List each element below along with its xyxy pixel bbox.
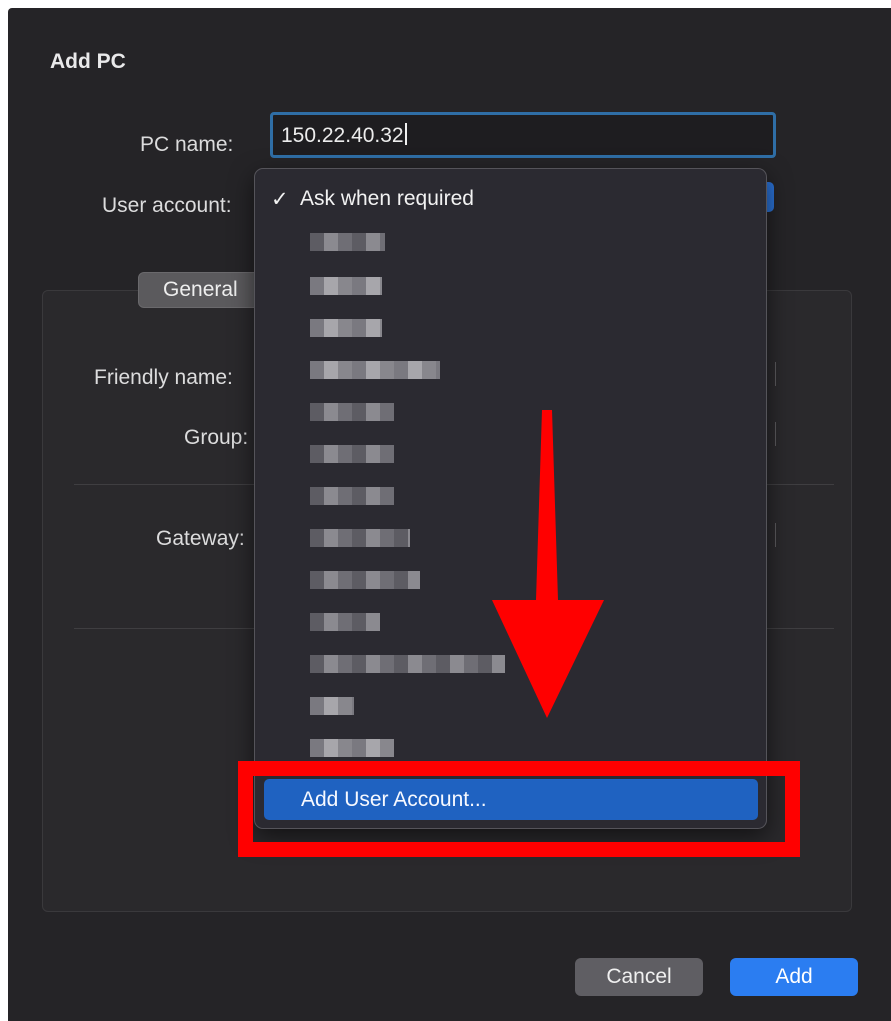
pc-name-input[interactable]: 150.22.40.32 <box>270 112 776 158</box>
menu-item-redacted[interactable] <box>310 529 410 547</box>
pc-name-value: 150.22.40.32 <box>281 124 404 147</box>
menu-item-redacted[interactable] <box>310 697 354 715</box>
menu-item-redacted[interactable] <box>310 277 382 295</box>
gateway-select[interactable] <box>775 523 776 547</box>
friendly-name-field[interactable] <box>775 362 776 386</box>
friendly-name-label: Friendly name: <box>94 366 233 389</box>
menu-item-redacted[interactable] <box>310 739 394 757</box>
user-account-label: User account: <box>102 194 232 217</box>
dialog-title: Add PC <box>50 50 126 73</box>
highlight-box-annotation <box>238 761 800 857</box>
red-down-arrow-annotation <box>492 410 604 718</box>
group-select[interactable] <box>775 422 776 446</box>
menu-item-redacted[interactable] <box>310 613 380 631</box>
menu-item-redacted[interactable] <box>310 655 505 673</box>
menu-item-redacted[interactable] <box>310 571 420 589</box>
menu-item-redacted[interactable] <box>310 361 440 379</box>
menu-item-redacted[interactable] <box>310 445 394 463</box>
menu-item-redacted[interactable] <box>310 487 394 505</box>
menu-item-redacted[interactable] <box>310 233 385 251</box>
checkmark-icon: ✓ <box>271 188 289 211</box>
tab-general[interactable]: General <box>138 272 268 308</box>
text-caret <box>404 123 407 145</box>
menu-item-redacted[interactable] <box>310 403 394 421</box>
pc-name-label: PC name: <box>140 133 234 156</box>
group-label: Group: <box>184 426 249 449</box>
menu-item-redacted[interactable] <box>310 319 382 337</box>
gateway-label: Gateway: <box>156 527 245 550</box>
add-button[interactable]: Add <box>730 958 858 996</box>
menu-item-ask-when-required[interactable]: Ask when required <box>300 187 474 211</box>
cancel-button[interactable]: Cancel <box>575 958 703 996</box>
